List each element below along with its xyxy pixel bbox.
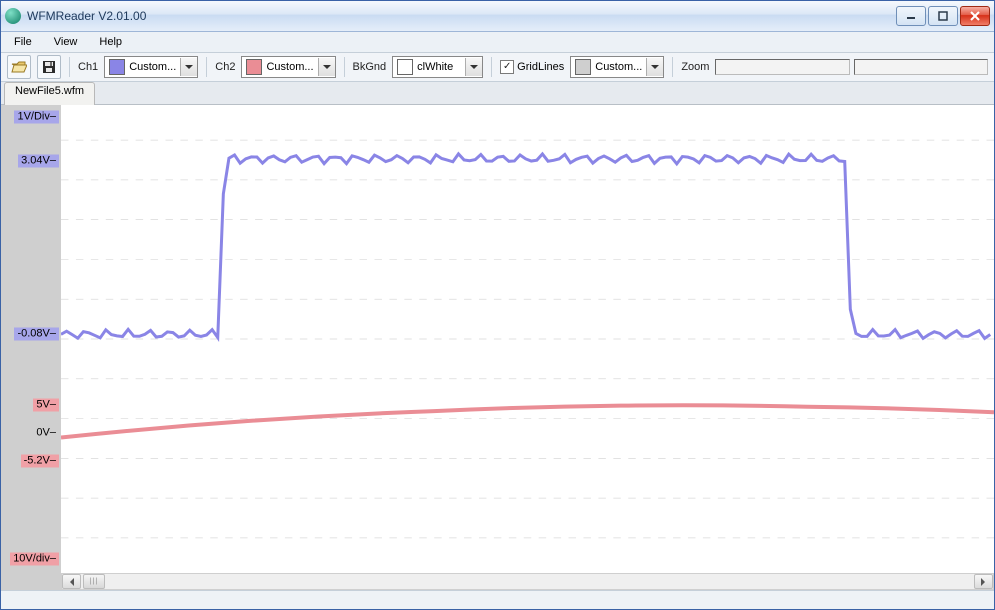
axis-label: -0.08V– <box>14 328 59 341</box>
chevron-down-icon <box>318 58 335 76</box>
grid-color-combo[interactable]: Custom... <box>570 56 664 78</box>
zoom-label: Zoom <box>681 61 709 73</box>
axis-label: 5V– <box>33 398 59 411</box>
folder-open-icon <box>11 59 27 75</box>
maximize-button[interactable] <box>928 6 958 26</box>
gridlines-label: GridLines <box>517 61 564 73</box>
y-axis-gutter: 1V/Div– 3.04V– -0.08V– 5V– 0V– -5.2V– 10V/div– <box>1 105 61 573</box>
axis-label: 3.04V– <box>18 155 59 168</box>
toolbar-separator <box>344 57 345 77</box>
zoom-range-left[interactable] <box>715 59 849 75</box>
horizontal-scrollbar <box>1 573 994 590</box>
bkgnd-color-combo[interactable]: clWhite <box>392 56 483 78</box>
toolbar: Ch1 Custom... Ch2 Custom... BkGnd clWhit… <box>1 53 994 82</box>
plot-svg <box>61 105 994 573</box>
axis-label: 0V– <box>33 426 59 439</box>
bkgnd-color-text: clWhite <box>417 61 465 73</box>
menu-bar: File View Help <box>1 32 994 53</box>
grid-color-swatch <box>575 59 591 75</box>
title-bar: WFMReader V2.01.00 <box>1 1 994 32</box>
app-icon <box>5 8 21 24</box>
ch1-color-combo[interactable]: Custom... <box>104 56 198 78</box>
checkbox-icon <box>500 60 514 74</box>
axis-label: -5.2V– <box>21 454 59 467</box>
toolbar-separator <box>491 57 492 77</box>
chevron-down-icon <box>646 58 663 76</box>
chart-panel: 1V/Div– 3.04V– -0.08V– 5V– 0V– -5.2V– 10V/div– <box>1 105 994 590</box>
scroll-spacer <box>1 573 61 590</box>
scroll-track[interactable] <box>61 573 994 590</box>
chevron-down-icon <box>465 58 482 76</box>
save-button[interactable] <box>37 55 61 79</box>
toolbar-separator <box>672 57 673 77</box>
tab-strip: NewFile5.wfm <box>1 82 994 105</box>
zoom-range-right[interactable] <box>854 59 988 75</box>
ch2-label: Ch2 <box>215 61 235 73</box>
chevron-down-icon <box>180 58 197 76</box>
axis-label: 10V/div– <box>10 552 59 565</box>
close-button[interactable] <box>960 6 990 26</box>
plot-area[interactable] <box>61 105 994 573</box>
ch2-color-combo[interactable]: Custom... <box>241 56 335 78</box>
zoom-range <box>715 59 988 75</box>
toolbar-separator <box>69 57 70 77</box>
ch2-color-swatch <box>246 59 262 75</box>
gridlines-checkbox[interactable]: GridLines <box>500 60 564 74</box>
grid-color-text: Custom... <box>595 61 646 73</box>
axis-label: 1V/Div– <box>14 110 59 123</box>
ch1-color-swatch <box>109 59 125 75</box>
open-button[interactable] <box>7 55 31 79</box>
ch2-color-text: Custom... <box>266 61 317 73</box>
minimize-button[interactable] <box>896 6 926 26</box>
window-controls <box>896 6 990 26</box>
toolbar-separator <box>206 57 207 77</box>
menu-file[interactable]: File <box>5 33 41 51</box>
menu-view[interactable]: View <box>45 33 87 51</box>
tab-file[interactable]: NewFile5.wfm <box>4 82 95 105</box>
ch1-color-text: Custom... <box>129 61 180 73</box>
scroll-thumb[interactable] <box>83 574 105 589</box>
scroll-left-button[interactable] <box>62 574 81 589</box>
floppy-save-icon <box>41 59 57 75</box>
bkgnd-label: BkGnd <box>353 61 387 73</box>
window-title: WFMReader V2.01.00 <box>27 9 896 23</box>
menu-help[interactable]: Help <box>90 33 131 51</box>
app-window: WFMReader V2.01.00 File View Help <box>0 0 995 610</box>
scroll-right-button[interactable] <box>974 574 993 589</box>
chart-row: 1V/Div– 3.04V– -0.08V– 5V– 0V– -5.2V– 10V/div– <box>1 105 994 573</box>
bkgnd-color-swatch <box>397 59 413 75</box>
ch1-label: Ch1 <box>78 61 98 73</box>
status-bar <box>1 590 994 609</box>
